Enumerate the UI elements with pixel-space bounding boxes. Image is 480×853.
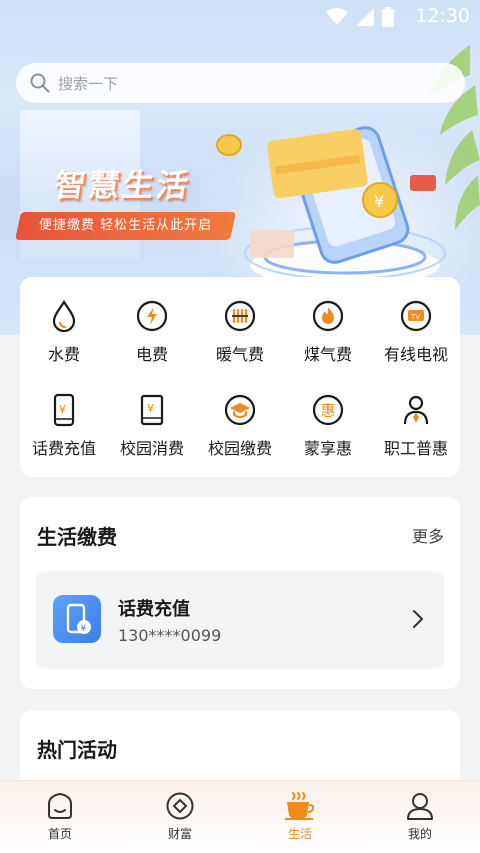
service-mengxianghui[interactable]: 惠 蒙享惠 <box>284 393 372 459</box>
graduation-cap-icon <box>224 394 256 426</box>
svg-text:惠: 惠 <box>321 402 336 420</box>
coffee-cup-icon <box>285 792 315 820</box>
tab-life[interactable]: 生活 <box>240 781 360 853</box>
signal-icon <box>356 8 374 26</box>
phone-topup-item[interactable]: ¥ 话费充值 130****0099 <box>36 571 444 669</box>
svg-text:¥: ¥ <box>147 402 154 415</box>
service-label: 职工普惠 <box>383 439 448 458</box>
status-bar: 12:30 <box>0 0 480 32</box>
status-icons <box>326 7 394 27</box>
services-card: 水费 电费 暖气费 煤气费 TV 有线电视 ¥ 话费充值 ¥ 校园消费 校园缴费… <box>20 277 460 477</box>
service-electricity[interactable]: 电费 <box>108 299 196 365</box>
phone-yen-icon: ¥ <box>53 393 75 427</box>
banner-subtitle: 便捷缴费 轻松生活从此开启 <box>15 212 236 240</box>
topup-title: 话费充值 <box>118 599 190 620</box>
battery-icon <box>382 7 394 27</box>
search-icon <box>30 73 50 93</box>
water-drop-icon <box>52 300 76 333</box>
services-grid: 水费 电费 暖气费 煤气费 TV 有线电视 ¥ 话费充值 ¥ 校园消费 校园缴费… <box>20 299 460 459</box>
service-label: 校园消费 <box>119 439 184 458</box>
svg-text:¥: ¥ <box>81 624 87 634</box>
service-label: 水费 <box>47 345 80 364</box>
life-payment-card: 生活缴费 更多 ¥ 话费充值 130****0099 <box>20 497 460 689</box>
section-title: 生活缴费 <box>37 525 117 549</box>
phone-topup-icon: ¥ <box>53 595 101 643</box>
wifi-icon <box>326 8 348 25</box>
more-link[interactable]: 更多 <box>412 523 444 547</box>
tab-label: 生活 <box>287 827 312 841</box>
service-water[interactable]: 水费 <box>20 299 108 365</box>
profile-icon <box>407 793 433 820</box>
service-label: 话费充值 <box>31 439 96 458</box>
service-gas[interactable]: 煤气费 <box>284 299 372 365</box>
svg-text:TV: TV <box>410 313 420 321</box>
coin-icon <box>216 134 242 156</box>
service-label: 校园缴费 <box>207 439 272 458</box>
service-worker-benefits[interactable]: 职工普惠 <box>372 393 460 459</box>
service-label: 电费 <box>135 345 168 364</box>
search-bar[interactable]: 搜索一下 <box>16 63 465 103</box>
tab-profile[interactable]: 我的 <box>360 781 480 853</box>
status-time: 12:30 <box>415 5 470 27</box>
service-label: 有线电视 <box>383 345 448 364</box>
service-heating[interactable]: 暖气费 <box>196 299 284 365</box>
service-label: 暖气费 <box>215 345 264 364</box>
service-cable-tv[interactable]: TV 有线电视 <box>372 299 460 365</box>
tab-label: 首页 <box>47 827 72 841</box>
tab-home[interactable]: 首页 <box>0 781 120 853</box>
service-phone-topup[interactable]: ¥ 话费充值 <box>20 393 108 459</box>
chevron-right-icon <box>413 610 423 628</box>
bottom-tab-bar: 首页 财富 生活 我的 <box>0 780 480 853</box>
svg-text:¥: ¥ <box>59 403 66 416</box>
svg-text:¥: ¥ <box>374 192 384 211</box>
tab-label: 我的 <box>407 827 432 841</box>
wealth-icon <box>166 792 194 820</box>
radiator-icon <box>224 300 256 332</box>
tab-wealth[interactable]: 财富 <box>120 781 240 853</box>
worker-icon <box>403 395 429 425</box>
service-label: 煤气费 <box>303 345 352 364</box>
service-label: 蒙享惠 <box>303 439 352 458</box>
tab-label: 财富 <box>167 827 192 841</box>
hui-badge-icon: 惠 <box>312 394 344 426</box>
service-campus-fees[interactable]: 校园缴费 <box>196 393 284 459</box>
banner-title: 智慧生活 <box>51 168 194 204</box>
search-placeholder: 搜索一下 <box>58 74 119 93</box>
book-yen-icon: ¥ <box>140 394 164 426</box>
tv-icon: TV <box>400 300 432 332</box>
topup-number: 130****0099 <box>118 626 222 645</box>
service-campus-spending[interactable]: ¥ 校园消费 <box>108 393 196 459</box>
section-title: 热门活动 <box>37 738 117 762</box>
lightning-icon <box>136 300 168 332</box>
flame-icon <box>312 300 344 332</box>
home-icon <box>48 792 72 819</box>
